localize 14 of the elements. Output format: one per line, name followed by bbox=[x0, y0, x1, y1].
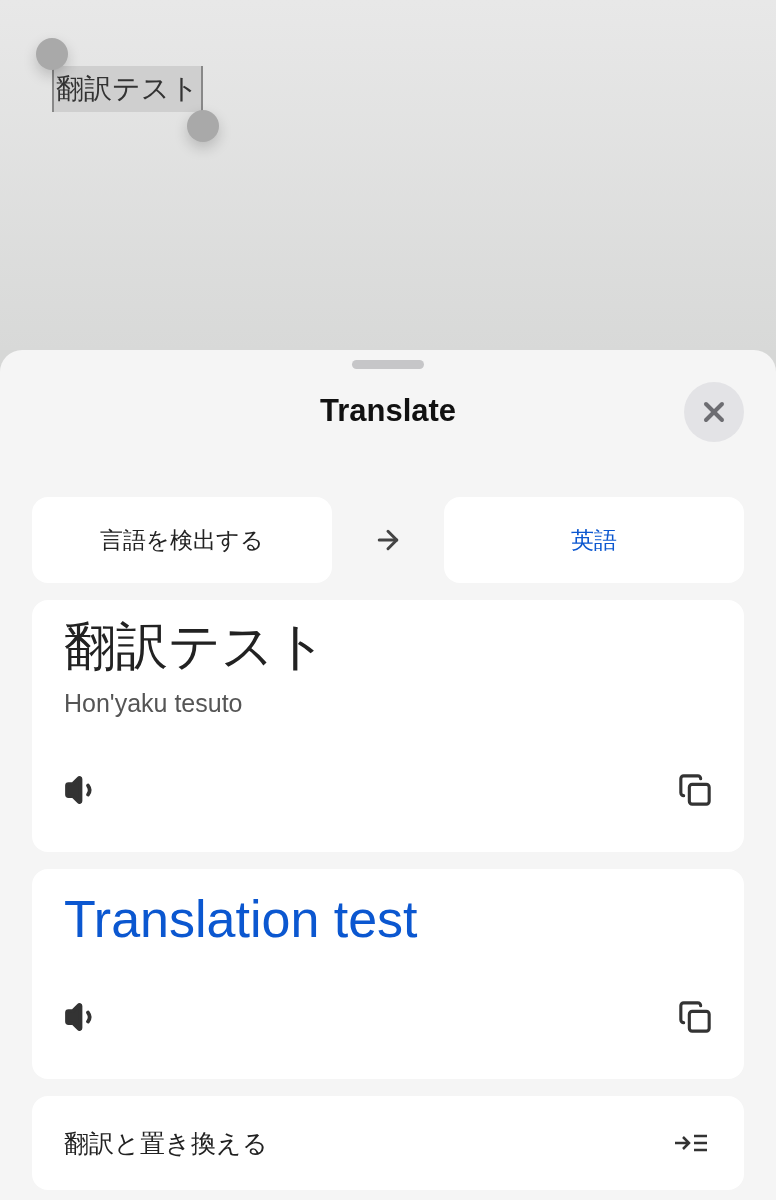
selection-handle[interactable] bbox=[187, 110, 219, 142]
selection-handle[interactable] bbox=[36, 38, 68, 70]
copy-icon[interactable] bbox=[678, 773, 712, 807]
target-language-button[interactable]: 英語 bbox=[444, 497, 744, 583]
sheet-title: Translate bbox=[319, 393, 457, 429]
source-text: 翻訳テスト bbox=[64, 618, 328, 676]
romanization-text: Hon'yaku tesuto bbox=[64, 689, 244, 719]
copy-icon[interactable] bbox=[678, 1000, 712, 1034]
grab-handle[interactable] bbox=[352, 360, 424, 369]
source-language-button[interactable]: 言語を検出する bbox=[32, 497, 332, 583]
translated-text: Translation test bbox=[64, 891, 419, 949]
selected-text: 翻訳テスト bbox=[52, 66, 203, 112]
insert-arrow-icon bbox=[674, 1133, 708, 1153]
replace-with-translation-button[interactable]: 翻訳と置き換える bbox=[32, 1096, 744, 1190]
